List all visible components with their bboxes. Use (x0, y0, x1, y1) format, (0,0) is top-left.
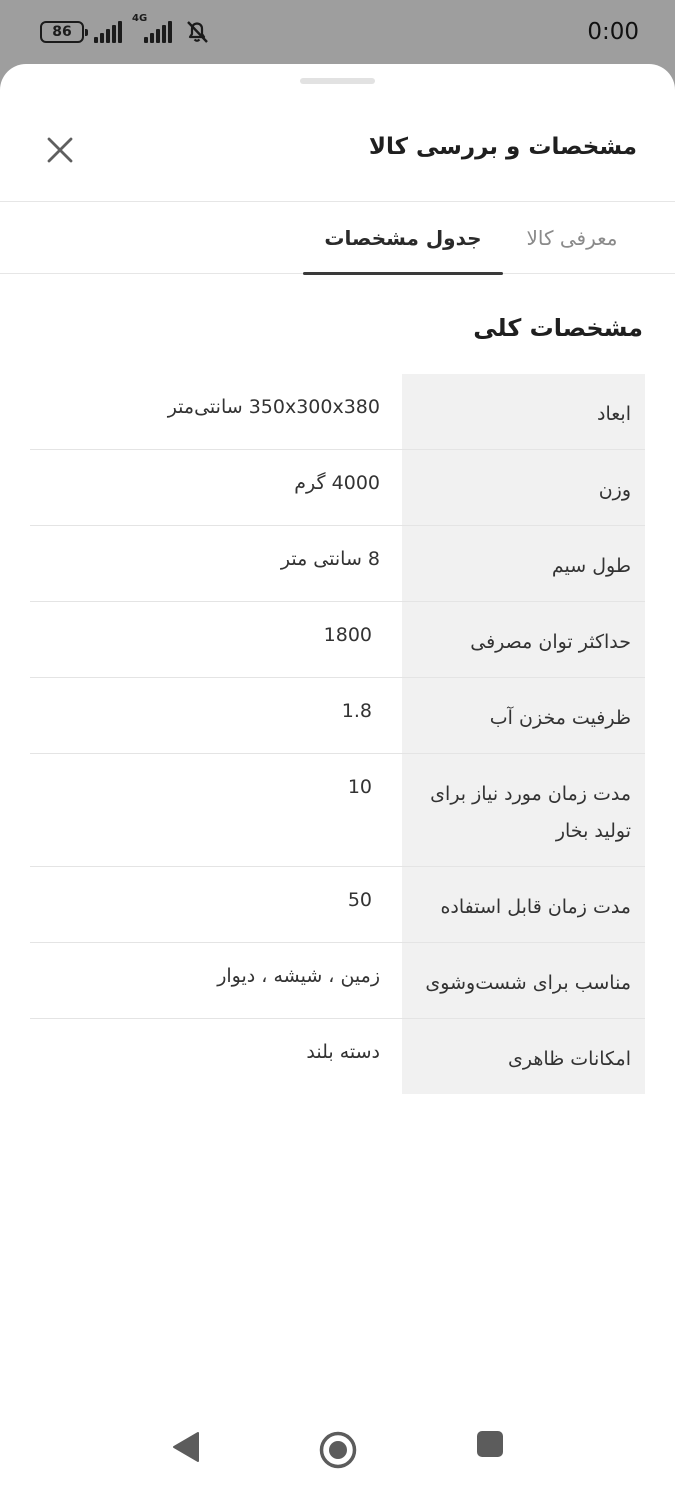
spec-value: 1800 (323, 624, 372, 646)
nav-home-button[interactable] (318, 1430, 358, 1474)
spec-value: 50 (347, 889, 372, 911)
network-type: 4G (132, 13, 148, 24)
spec-table: ابعاد 350x300x380 سانتی‌متر وزن 4000 گرم… (30, 374, 645, 1094)
bottom-sheet: مشخصات و بررسی کالا معرفی کالا جدول مشخص… (0, 64, 675, 1500)
spec-key: امکانات ظاهری (402, 1019, 645, 1094)
spec-value: زمین ، شیشه ، دیوار (217, 965, 380, 987)
spec-key: حداکثر توان مصرفی (402, 602, 645, 677)
spec-value: دسته بلند (306, 1041, 380, 1063)
mobile-signal-icon: 4G (132, 13, 172, 43)
table-row: امکانات ظاهری دسته بلند (30, 1019, 645, 1094)
table-row: مناسب برای شست‌وشوی زمین ، شیشه ، دیوار (30, 943, 645, 1019)
drag-handle[interactable] (300, 78, 375, 84)
spec-key: ابعاد (402, 374, 645, 449)
table-row: طول سیم 8 سانتی متر (30, 526, 645, 602)
spec-key: وزن (402, 450, 645, 525)
close-button[interactable] (38, 128, 82, 172)
spec-key: ظرفیت مخزن آب (402, 678, 645, 753)
close-icon (47, 137, 73, 163)
home-circle-icon (319, 1431, 357, 1469)
tab-product-intro[interactable]: معرفی کالا (507, 202, 637, 274)
spec-key: مناسب برای شست‌وشوی (402, 943, 645, 1018)
nav-recent-button[interactable] (476, 1430, 504, 1462)
navigation-bar (0, 1400, 675, 1500)
back-triangle-icon (173, 1432, 199, 1462)
sheet-header: مشخصات و بررسی کالا (0, 104, 675, 202)
table-row: مدت زمان قابل استفاده 50 (30, 867, 645, 943)
status-bar: 86 4G 0:00 (0, 0, 675, 64)
signal-icon (94, 21, 122, 43)
table-row: وزن 4000 گرم (30, 450, 645, 526)
recent-square-icon (477, 1431, 503, 1457)
mute-bell-icon (182, 19, 212, 45)
spec-value: 8 سانتی متر (280, 548, 380, 570)
table-row: ظرفیت مخزن آب 1.8 (30, 678, 645, 754)
spec-value: 1.8 (341, 700, 372, 722)
nav-back-button[interactable] (170, 1430, 202, 1468)
spec-value: 350x300x380 سانتی‌متر (167, 396, 380, 418)
status-icons: 86 4G (40, 13, 212, 45)
clock: 0:00 (587, 19, 639, 45)
tab-bar: معرفی کالا جدول مشخصات (0, 202, 675, 275)
sheet-title: مشخصات و بررسی کالا (368, 134, 637, 160)
tab-spec-table[interactable]: جدول مشخصات (303, 202, 503, 275)
spec-key: مدت زمان مورد نیاز برای تولید بخار (402, 754, 645, 866)
table-row: ابعاد 350x300x380 سانتی‌متر (30, 374, 645, 450)
table-row: مدت زمان مورد نیاز برای تولید بخار 10 (30, 754, 645, 867)
battery-icon: 86 (40, 21, 88, 43)
table-row: حداکثر توان مصرفی 1800 (30, 602, 645, 678)
spec-value: 4000 گرم (294, 472, 380, 494)
spec-key: مدت زمان قابل استفاده (402, 867, 645, 942)
spec-value: 10 (347, 776, 372, 798)
battery-level: 86 (52, 24, 72, 40)
spec-key: طول سیم (402, 526, 645, 601)
section-title: مشخصات کلی (473, 314, 643, 342)
